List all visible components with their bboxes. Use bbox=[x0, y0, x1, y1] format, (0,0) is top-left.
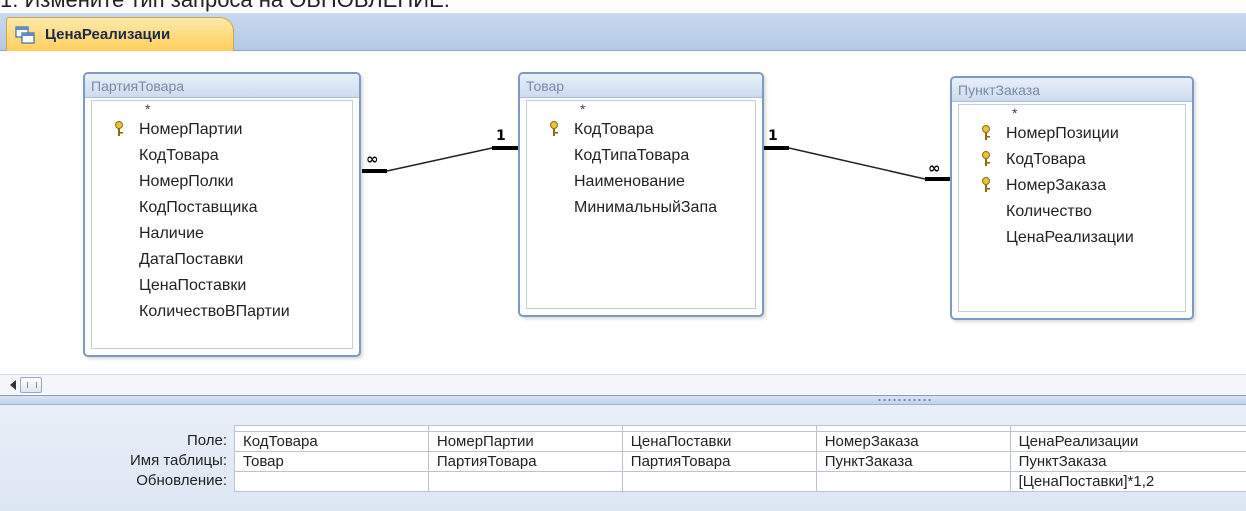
field-all[interactable]: * bbox=[92, 101, 352, 117]
grid-row-field: КодТовара НомерПартии ЦенаПоставки Номер… bbox=[234, 431, 1246, 452]
grid-cell-field[interactable]: НомерПартии bbox=[427, 431, 623, 452]
field-list: * НомерПозиции КодТовара НомерЗаказа Кол… bbox=[958, 104, 1186, 312]
table-window-partiya-tovara[interactable]: ПартияТовара * НомерПартии КодТовара Ном… bbox=[83, 72, 361, 357]
grid-row-update: [ЦенаПоставки]*1,2 bbox=[234, 471, 1246, 492]
primary-key-icon bbox=[982, 177, 990, 192]
relationship-one-label: 1 bbox=[768, 128, 778, 144]
grid-table: КодТовара НомерПартии ЦенаПоставки Номер… bbox=[234, 425, 1246, 492]
grid-cell-field[interactable]: ЦенаПоставки bbox=[621, 431, 817, 452]
field-item[interactable]: КодТипаТовара bbox=[527, 143, 755, 169]
tab-query[interactable]: ЦенаРеализации bbox=[6, 17, 234, 51]
instruction-heading-strip: 1. Измените тип запроса на ОБНОВЛЕНИЕ. bbox=[0, 0, 1246, 13]
field-item[interactable]: Наличие bbox=[92, 221, 352, 247]
field-item[interactable]: НомерПолки bbox=[92, 169, 352, 195]
field-list: * КодТовара КодТипаТовара Наименование М… bbox=[526, 100, 756, 309]
primary-key-icon bbox=[115, 121, 123, 136]
grid-row-table: Товар ПартияТовара ПартияТовара ПунктЗак… bbox=[234, 451, 1246, 472]
grid-cell-table[interactable]: ПартияТовара bbox=[427, 451, 623, 472]
query-design-area: ∞ 1 1 ∞ ПартияТовара * НомерПартии КодТо… bbox=[0, 52, 1246, 376]
horizontal-scrollbar[interactable] bbox=[0, 374, 1246, 394]
grid-cell-table[interactable]: ПунктЗаказа bbox=[1009, 451, 1246, 472]
grid-row-label-field: Поле: bbox=[186, 432, 227, 449]
grid-cell-table[interactable]: ПунктЗаказа bbox=[815, 451, 1011, 472]
primary-key-icon bbox=[982, 151, 990, 166]
grid-cell-update[interactable]: [ЦенаПоставки]*1,2 bbox=[1009, 471, 1246, 492]
splitter-grip-icon[interactable] bbox=[877, 398, 933, 402]
field-all[interactable]: * bbox=[527, 101, 755, 117]
field-all[interactable]: * bbox=[959, 105, 1185, 121]
grid-cell-table[interactable]: Товар bbox=[234, 451, 429, 472]
field-item[interactable]: КодТовара bbox=[959, 147, 1185, 173]
grid-cell-field[interactable]: КодТовара bbox=[234, 431, 429, 452]
primary-key-icon bbox=[550, 121, 558, 136]
table-title[interactable]: ПартияТовара bbox=[85, 74, 359, 98]
document-tab-bar: ЦенаРеализации bbox=[0, 13, 1246, 51]
grid-cell-update[interactable] bbox=[621, 471, 817, 492]
field-item[interactable]: ЦенаРеализации bbox=[959, 225, 1185, 251]
grid-cell-field[interactable]: ЦенаРеализации bbox=[1009, 431, 1246, 452]
field-item[interactable]: КоличествоВПартии bbox=[92, 299, 352, 325]
grid-cell-update[interactable] bbox=[234, 471, 429, 492]
primary-key-icon bbox=[982, 125, 990, 140]
tab-label: ЦенаРеализации bbox=[45, 26, 171, 43]
table-title[interactable]: ПунктЗаказа bbox=[952, 78, 1192, 102]
relationship-many-label: ∞ bbox=[366, 150, 379, 168]
field-item[interactable]: Количество bbox=[959, 199, 1185, 225]
pane-splitter[interactable] bbox=[0, 395, 1246, 405]
scroll-left-arrow-icon[interactable] bbox=[10, 380, 16, 390]
grid-row-labels: Поле: Имя таблицы: Обновление: bbox=[0, 431, 233, 491]
field-item[interactable]: КодТовара bbox=[92, 143, 352, 169]
field-list: * НомерПартии КодТовара НомерПолки КодПо… bbox=[91, 100, 353, 349]
grid-row-label-update: Обновление: bbox=[136, 472, 227, 489]
query-design-grid: Поле: Имя таблицы: Обновление: КодТовара… bbox=[0, 405, 1246, 511]
table-window-tovar[interactable]: Товар * КодТовара КодТипаТовара Наименов… bbox=[518, 72, 764, 317]
field-item[interactable]: НомерЗаказа bbox=[959, 173, 1185, 199]
relationship-one-label: 1 bbox=[496, 128, 506, 144]
grid-row-label-table: Имя таблицы: bbox=[129, 452, 227, 469]
grid-cell-field[interactable]: НомерЗаказа bbox=[815, 431, 1011, 452]
table-window-punkt-zakaza[interactable]: ПунктЗаказа * НомерПозиции КодТовара Ном… bbox=[950, 76, 1194, 320]
field-item[interactable]: МинимальныйЗапа bbox=[527, 195, 755, 221]
scroll-thumb[interactable] bbox=[20, 377, 42, 393]
field-item[interactable]: НомерПартии bbox=[92, 117, 352, 143]
field-item[interactable]: Наименование bbox=[527, 169, 755, 195]
relationship-many-label: ∞ bbox=[928, 159, 941, 177]
grid-cell-update[interactable] bbox=[815, 471, 1011, 492]
field-item[interactable]: НомерПозиции bbox=[959, 121, 1185, 147]
field-item[interactable]: ЦенаПоставки bbox=[92, 273, 352, 299]
table-title[interactable]: Товар bbox=[520, 74, 762, 98]
grid-cell-table[interactable]: ПартияТовара bbox=[621, 451, 817, 472]
instruction-heading: 1. Измените тип запроса на ОБНОВЛЕНИЕ. bbox=[0, 0, 450, 12]
field-item[interactable]: КодПоставщика bbox=[92, 195, 352, 221]
field-item[interactable]: КодТовара bbox=[527, 117, 755, 143]
field-item[interactable]: ДатаПоставки bbox=[92, 247, 352, 273]
query-icon bbox=[15, 25, 35, 44]
grid-cell-update[interactable] bbox=[427, 471, 623, 492]
